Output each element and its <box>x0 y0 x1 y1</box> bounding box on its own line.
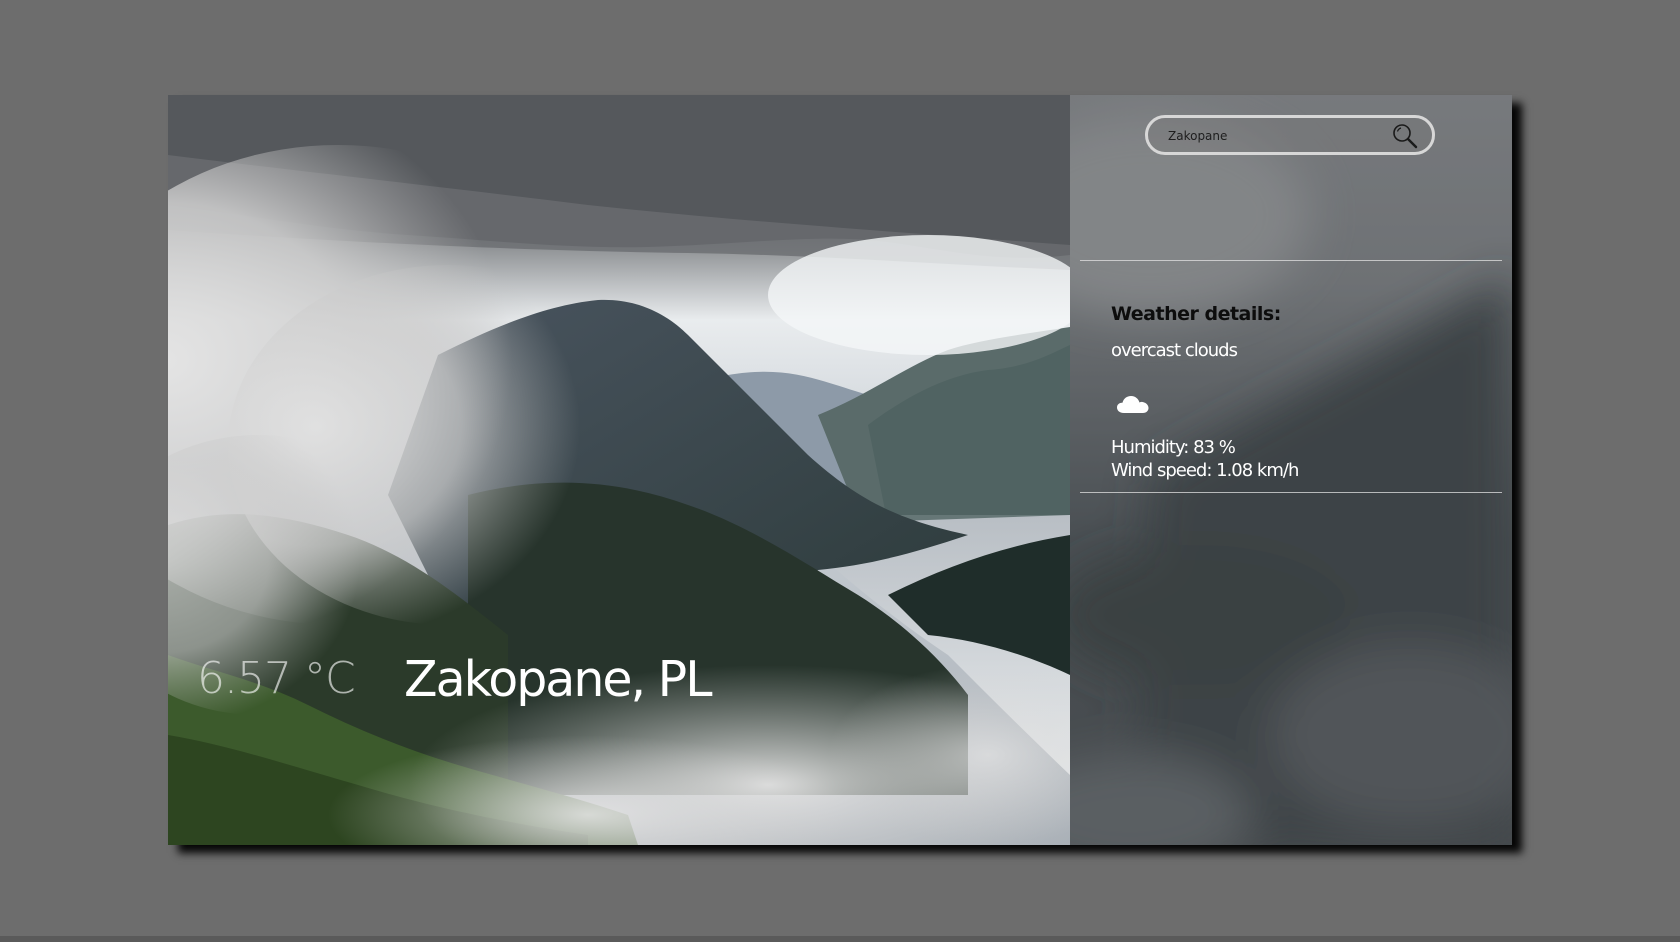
cloud-icon <box>1116 393 1150 415</box>
weather-app-card: 6.57 °C Zakopane, PL Zakopane Weather de… <box>168 95 1512 845</box>
weather-description: overcast clouds <box>1111 340 1238 361</box>
background-photo: 6.57 °C Zakopane, PL <box>168 95 1070 845</box>
search-button[interactable] <box>1390 121 1420 151</box>
city-search-input[interactable] <box>1168 126 1378 146</box>
weather-details-heading: Weather details: <box>1111 303 1281 325</box>
humidity-value: Humidity: 83 % <box>1111 437 1236 458</box>
desktop-background: 6.57 °C Zakopane, PL Zakopane Weather de… <box>0 0 1680 942</box>
search-bar <box>1145 115 1435 155</box>
top-divider <box>1080 260 1502 261</box>
bottom-divider <box>1080 492 1502 493</box>
wind-speed-value: Wind speed: 1.08 km/h <box>1111 460 1299 481</box>
search-icon <box>1393 124 1418 149</box>
landscape-illustration <box>168 95 1070 845</box>
weather-details-panel: Weather details: overcast clouds Humidit… <box>1070 95 1512 845</box>
city-name: Zakopane, PL <box>404 651 713 708</box>
taskbar-edge <box>0 936 1680 942</box>
current-temperature: 6.57 °C <box>197 653 356 704</box>
